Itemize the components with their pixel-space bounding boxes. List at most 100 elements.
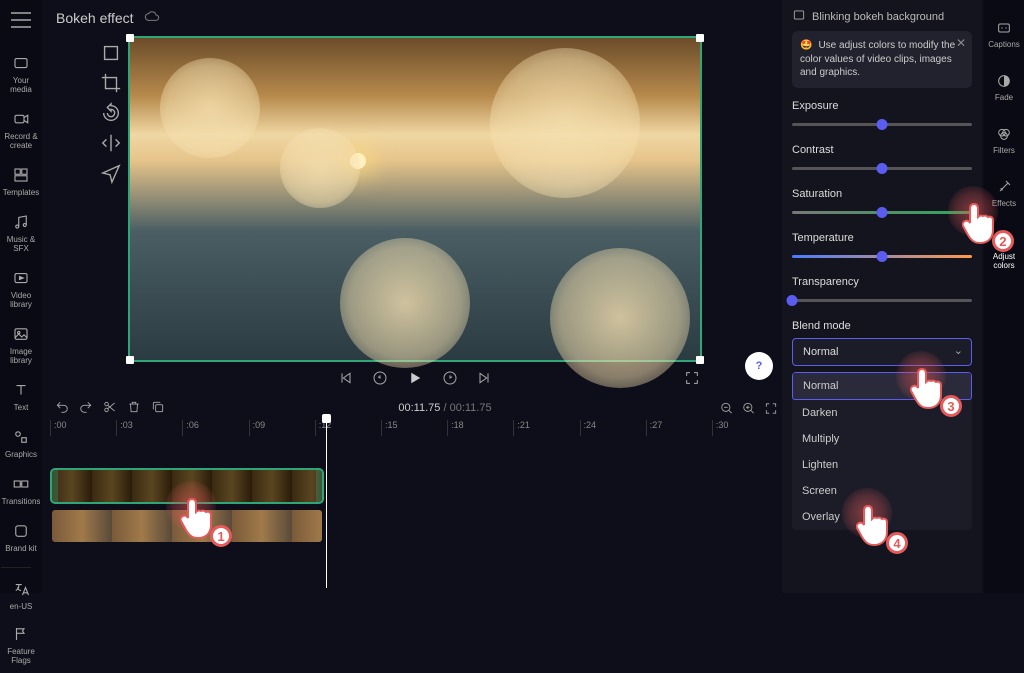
- resize-handle-bottom-right[interactable]: [696, 356, 704, 364]
- ruler-tick: :18: [447, 420, 513, 436]
- current-time: 00:11.75: [398, 402, 440, 414]
- project-title[interactable]: Bokeh effect: [56, 10, 134, 26]
- nav-label: Feature Flags: [7, 647, 35, 665]
- blend-mode-selected: Normal: [803, 346, 838, 358]
- selected-clip-header: Blinking bokeh background: [792, 8, 972, 25]
- duration: 00:11.75: [450, 402, 492, 414]
- playback-controls: [130, 364, 700, 394]
- nav-text[interactable]: Text: [1, 375, 41, 418]
- clip-trim-left[interactable]: [52, 470, 58, 502]
- selected-clip-title: Blinking bokeh background: [812, 11, 944, 23]
- nav-graphics[interactable]: Graphics: [1, 422, 41, 465]
- clip-trim-right[interactable]: [316, 470, 322, 502]
- prop-label: Contrast: [792, 144, 972, 156]
- nav-feature-flags[interactable]: Feature Flags: [1, 619, 41, 671]
- skip-back-icon[interactable]: [338, 370, 354, 389]
- video-track-1[interactable]: [50, 470, 778, 506]
- resize-handle-bottom-left[interactable]: [126, 356, 134, 364]
- nav-templates[interactable]: Templates: [1, 160, 41, 203]
- timecode: 00:11.75 / 00:11.75: [170, 402, 720, 414]
- rotate-tool-icon[interactable]: [100, 102, 122, 124]
- zoom-fit-icon[interactable]: [764, 400, 778, 417]
- skip-forward-icon[interactable]: [476, 370, 492, 389]
- nav-music-sfx[interactable]: Music & SFX: [1, 207, 41, 259]
- prop-label: Saturation: [792, 188, 972, 200]
- temperature-slider[interactable]: [792, 250, 972, 264]
- nav-transitions[interactable]: Transitions: [1, 469, 41, 512]
- left-sidebar: Your media Record & create Templates Mus…: [0, 0, 42, 593]
- nav-locale[interactable]: en-US: [1, 574, 41, 617]
- zoom-in-icon[interactable]: [742, 400, 756, 417]
- blend-mode-dropdown[interactable]: Normal: [792, 338, 972, 366]
- rnav-captions[interactable]: Captions: [985, 14, 1023, 55]
- video-preview[interactable]: [130, 38, 700, 360]
- undo-icon[interactable]: [55, 400, 69, 417]
- timeline-ruler[interactable]: :00 :03 :06 :09 :12 :15 :18 :21 :24 :27 …: [50, 420, 778, 436]
- divider: [1, 567, 31, 568]
- help-button[interactable]: ?: [745, 352, 773, 380]
- blend-option-lighten[interactable]: Lighten: [792, 452, 972, 478]
- ruler-tick: :30: [712, 420, 778, 436]
- nav-label: Brand kit: [5, 544, 37, 553]
- clip-sunset[interactable]: [52, 510, 322, 542]
- split-icon[interactable]: [103, 400, 117, 417]
- fullscreen-icon[interactable]: [684, 370, 700, 389]
- redo-icon[interactable]: [79, 400, 93, 417]
- select-tool-icon[interactable]: [100, 42, 122, 64]
- blend-option-multiply[interactable]: Multiply: [792, 426, 972, 452]
- flip-tool-icon[interactable]: [100, 132, 122, 154]
- nav-video-library[interactable]: Video library: [1, 263, 41, 315]
- rnav-fade[interactable]: Fade: [985, 67, 1023, 108]
- nav-brand-kit[interactable]: Brand kit: [1, 516, 41, 559]
- video-track-2[interactable]: [50, 510, 778, 546]
- rnav-adjust-colors[interactable]: Adjust colors: [985, 226, 1023, 276]
- blend-option-normal[interactable]: Normal: [792, 372, 972, 400]
- tip-text: Use adjust colors to modify the color va…: [800, 40, 955, 78]
- prop-temperature: Temperature: [792, 232, 972, 264]
- delete-icon[interactable]: [127, 400, 141, 417]
- nav-label: Your media: [10, 76, 32, 94]
- ruler-tick: :09: [249, 420, 315, 436]
- blend-mode-options: Normal Darken Multiply Lighten Screen Ov…: [792, 372, 972, 530]
- nav-your-media[interactable]: Your media: [1, 48, 41, 100]
- rnav-label: Captions: [988, 40, 1020, 49]
- tip-emoji-icon: 🤩: [800, 39, 812, 53]
- step-forward-icon[interactable]: [442, 370, 458, 389]
- prop-saturation: Saturation: [792, 188, 972, 220]
- close-icon[interactable]: ✕: [956, 35, 966, 51]
- blend-option-screen[interactable]: Screen: [792, 478, 972, 504]
- prop-contrast: Contrast: [792, 144, 972, 176]
- resize-handle-top-right[interactable]: [696, 34, 704, 42]
- inspector-panel: Blinking bokeh background 🤩 Use adjust c…: [782, 0, 982, 593]
- crop-tool-icon[interactable]: [100, 72, 122, 94]
- blend-option-darken[interactable]: Darken: [792, 400, 972, 426]
- menu-icon[interactable]: [9, 10, 33, 30]
- preview-tool-strip: [100, 42, 124, 184]
- prop-label: Transparency: [792, 276, 972, 288]
- step-back-icon[interactable]: [372, 370, 388, 389]
- resize-handle-top-left[interactable]: [126, 34, 134, 42]
- rnav-filters[interactable]: Filters: [985, 120, 1023, 161]
- right-sidebar: Captions Fade Filters Effects Adjust col…: [984, 0, 1024, 593]
- duplicate-icon[interactable]: [151, 400, 165, 417]
- prop-label: Exposure: [792, 100, 972, 112]
- send-tool-icon[interactable]: [100, 162, 122, 184]
- play-icon[interactable]: [406, 369, 424, 390]
- zoom-out-icon[interactable]: [720, 400, 734, 417]
- tip-card: 🤩 Use adjust colors to modify the color …: [792, 31, 972, 88]
- ruler-tick: :24: [580, 420, 646, 436]
- rnav-effects[interactable]: Effects: [985, 173, 1023, 214]
- rnav-label: Fade: [995, 93, 1013, 102]
- nav-label: Video library: [10, 291, 32, 309]
- contrast-slider[interactable]: [792, 162, 972, 176]
- transparency-slider[interactable]: [792, 294, 972, 308]
- rnav-label: Effects: [992, 199, 1016, 208]
- ruler-tick: :00: [50, 420, 116, 436]
- saturation-slider[interactable]: [792, 206, 972, 220]
- blend-option-overlay[interactable]: Overlay: [792, 504, 972, 530]
- nav-image-library[interactable]: Image library: [1, 319, 41, 371]
- clip-bokeh[interactable]: [52, 470, 322, 502]
- nav-record-create[interactable]: Record & create: [1, 104, 41, 156]
- exposure-slider[interactable]: [792, 118, 972, 132]
- prop-label: Blend mode: [792, 320, 972, 332]
